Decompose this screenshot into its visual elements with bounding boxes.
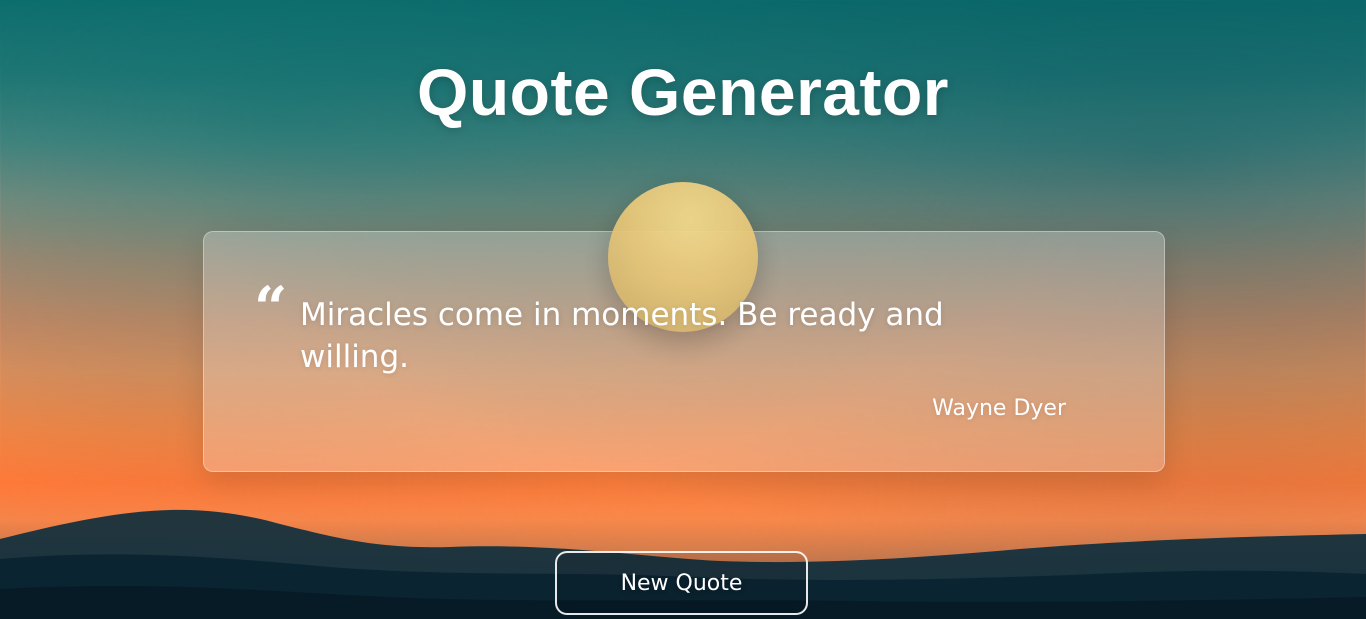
- quote-author: Wayne Dyer: [932, 396, 1066, 421]
- quote-text: Miracles come in moments. Be ready and w…: [300, 297, 944, 375]
- new-quote-button[interactable]: New Quote: [555, 551, 808, 615]
- quote-icon: “: [254, 274, 288, 342]
- page-title: Quote Generator: [417, 55, 949, 129]
